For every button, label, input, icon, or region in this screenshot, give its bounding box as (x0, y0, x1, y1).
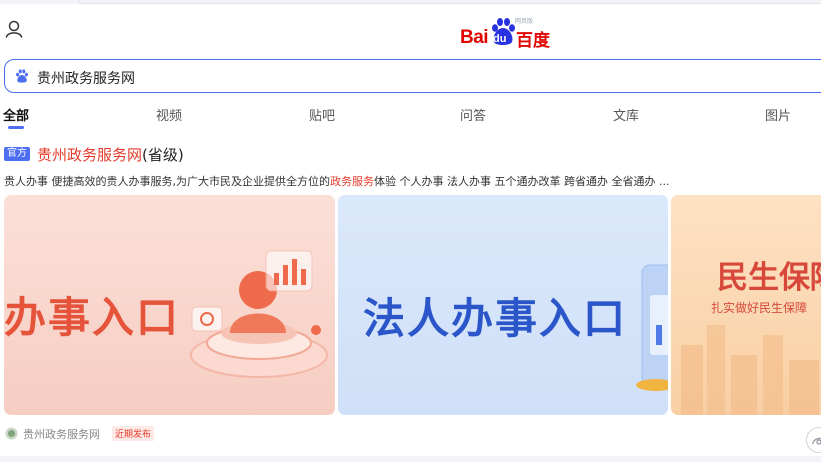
logo-du-text: du (493, 33, 507, 45)
active-tab-indicator (8, 126, 24, 129)
result-title-link[interactable]: 贵州政务服务网 (37, 146, 142, 164)
bottom-strip (0, 456, 821, 462)
gov-emblem-icon (5, 427, 18, 440)
snippet-part-b: 体验 个人办事 法人办事 五个通办改革 跨省通办 全省通办 ... (374, 175, 670, 188)
result-snippet: 贵人办事 便捷高效的贵人办事服务,为广大市民及企业提供全方位的政务服务体验 个人… (4, 173, 819, 189)
result-title[interactable]: 贵州政务服务网(省级) (37, 144, 184, 165)
banner-subtext: 扎实做好民生保障 (711, 301, 808, 315)
user-icon[interactable] (4, 19, 24, 39)
logo-cn-text: 百度 (516, 31, 550, 51)
baidu-logo[interactable]: Bai du 百度 网页版 (460, 14, 556, 51)
banner-personal-service[interactable]: 办事入口 (4, 195, 335, 415)
baidu-paw-icon (16, 69, 28, 83)
assistant-icon[interactable] (806, 427, 821, 453)
result-source[interactable]: 贵州政务服务网 (23, 426, 100, 442)
tab-all[interactable]: 全部 (3, 105, 29, 124)
snippet-highlight: 政务服务 (330, 175, 374, 188)
search-input[interactable]: 贵州政务服务网 (4, 59, 821, 93)
banner-text: 办事入口 (4, 293, 181, 342)
tab-video[interactable]: 视频 (156, 105, 182, 124)
banner-legal-service[interactable]: 法人办事入口 (338, 195, 668, 415)
snippet-part-a: 贵人办事 便捷高效的贵人办事服务,为广大市民及企业提供全方位的 (4, 175, 330, 188)
tab-qa[interactable]: 问答 (460, 105, 486, 124)
search-query-text: 贵州政务服务网 (37, 71, 135, 87)
tab-images[interactable]: 图片 (765, 105, 791, 124)
tab-tieba[interactable]: 贴吧 (309, 105, 335, 124)
browser-top-strip (0, 0, 821, 4)
banner-text: 法人办事入口 (363, 294, 628, 343)
logo-bai-text: Bai (460, 27, 489, 48)
recent-publish-tag: 近期发布 (112, 426, 155, 441)
result-title-suffix: (省级) (142, 146, 184, 164)
logo-version-text: 网页版 (515, 18, 534, 25)
tab-wenku[interactable]: 文库 (613, 105, 639, 124)
banner-livelihood[interactable]: 民生保障 扎实做好民生保障 (671, 195, 821, 415)
official-badge: 官方 (4, 147, 30, 161)
banner-text: 民生保障 (717, 260, 821, 296)
